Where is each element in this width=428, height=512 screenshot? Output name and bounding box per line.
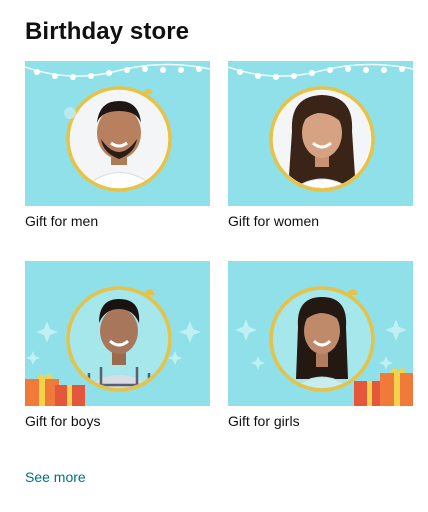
tile-label[interactable]: Gift for girls xyxy=(228,412,413,430)
tile-label[interactable]: Gift for boys xyxy=(25,412,210,430)
card-title: Birthday store xyxy=(25,18,190,45)
tile-gift-for-girls[interactable]: Gift for girls xyxy=(228,261,413,430)
men-image[interactable] xyxy=(25,61,210,206)
tile-label[interactable]: Gift for men xyxy=(25,212,210,230)
tile-label[interactable]: Gift for women xyxy=(228,212,413,230)
birthday-store-card: Birthday store Gift for men Gift for wom… xyxy=(0,0,428,512)
girls-image[interactable] xyxy=(228,261,413,406)
boys-image[interactable] xyxy=(25,261,210,406)
tile-gift-for-women[interactable]: Gift for women xyxy=(228,61,413,230)
women-image[interactable] xyxy=(228,61,413,206)
tile-gift-for-boys[interactable]: Gift for boys xyxy=(25,261,210,430)
see-more-link[interactable]: See more xyxy=(25,467,86,487)
tile-gift-for-men[interactable]: Gift for men xyxy=(25,61,210,230)
